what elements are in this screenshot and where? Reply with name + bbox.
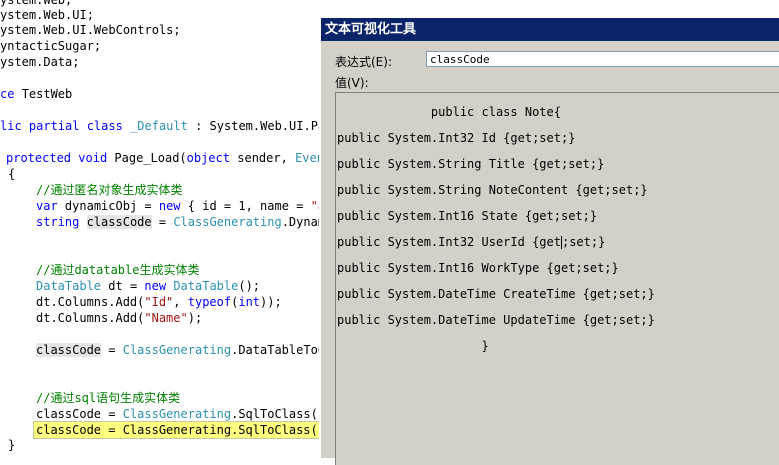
type-name: DataTable <box>173 279 239 293</box>
code-line-method: protected void Page_Load(object sender, … <box>6 150 331 166</box>
code-line: DataTable dt = new DataTable(); <box>36 278 260 294</box>
code-text: dt.Columns.Add( <box>36 311 145 325</box>
code-line: yntacticSugar; <box>0 39 102 53</box>
code-line: classCode = ClassGenerating.SqlToClass("… <box>36 406 332 422</box>
value-line: public System.Int32 UserId {get;set;} <box>337 234 605 250</box>
code-line: var dynamicObj = new { id = 1, name = "小 <box>36 198 330 214</box>
keyword: var <box>36 199 58 213</box>
highlighted-variable: classCode <box>86 215 152 229</box>
value-line: public System.Int16 State {get;set;} <box>337 209 598 223</box>
code-text: )); <box>260 295 282 309</box>
value-line: public System.Int16 WorkType {get;set;} <box>337 261 619 275</box>
code-line: ystem.Data; <box>0 55 80 69</box>
code-line: dt.Columns.Add("Name"); <box>36 310 202 326</box>
type-name: ClassGenerating <box>173 215 282 229</box>
code-text: = <box>108 343 116 357</box>
expression-field[interactable]: classCode <box>426 51 779 67</box>
code-text: .SqlToClass( <box>231 407 318 421</box>
value-line: public System.DateTime CreateTime {get;s… <box>337 287 655 301</box>
code-text: = <box>108 407 116 421</box>
code-text: dynamicObj = <box>64 199 152 213</box>
value-line-text: public System.Int32 UserId {get <box>337 235 561 249</box>
code-text: dt = <box>108 279 138 293</box>
value-line-text: ;set;} <box>561 235 606 249</box>
code-line-class: lic partial class _Default : System.Web.… <box>0 118 332 134</box>
code-text: (); <box>238 279 261 293</box>
code-text: ); <box>187 311 203 325</box>
keyword: new <box>158 199 181 213</box>
type-name: DataTable <box>36 279 102 293</box>
keyword: void <box>78 151 108 165</box>
keyword: string <box>36 215 80 229</box>
value-line: public System.String NoteContent {get;se… <box>337 183 648 197</box>
value-label: 值(V): <box>335 76 369 90</box>
code-text: { id = 1, name = <box>187 199 304 213</box>
code-comment: //通过datatable生成实体类 <box>36 263 200 277</box>
value-line: public System.Int32 Id {get;set;} <box>337 131 576 145</box>
keyword: protected <box>6 151 72 165</box>
keyword: typeof <box>187 295 232 309</box>
code-line: dt.Columns.Add("Id", typeof(int)); <box>36 294 282 310</box>
dialog-title[interactable]: 文本可视化工具 <box>321 18 779 41</box>
string-literal: "Id" <box>144 295 174 309</box>
expression-label: 表达式(E): <box>335 55 392 69</box>
code-line: ystem.Web.UI; <box>0 8 94 22</box>
code-line: classCode = ClassGenerating.DataTableToC… <box>36 342 332 358</box>
type-name: ClassGenerating <box>122 343 232 357</box>
param: sender, <box>237 151 288 165</box>
method-name: Page_Load( <box>114 151 187 165</box>
string-literal: "Name" <box>144 311 188 325</box>
value-textbox[interactable]: public class Note{ public System.Int32 I… <box>335 92 779 465</box>
code-text: dt.Columns.Add( <box>36 295 145 309</box>
keyword: lic partial class <box>0 119 123 133</box>
keyword: new <box>144 279 167 293</box>
code-text: = <box>158 215 167 229</box>
keyword: object <box>186 151 231 165</box>
code-text: , <box>173 295 181 309</box>
keyword: ce <box>0 87 15 101</box>
code-line-namespace: ce TestWeb <box>0 86 72 102</box>
type-name: ClassGenerating <box>122 407 232 421</box>
class-name: _Default <box>130 119 188 133</box>
code-comment: //通过sql语句生成实体类 <box>36 391 181 405</box>
code-text: .DataTableToCl <box>231 343 333 357</box>
code-line-brace: { <box>8 167 16 181</box>
value-line: public System.String Title {get;set;} <box>337 157 605 171</box>
value-line: public class Note{ <box>337 105 561 119</box>
value-line: } <box>337 339 489 353</box>
code-text: classCode <box>36 407 102 421</box>
code-comment: //通过匿名对象生成实体类 <box>36 183 183 197</box>
code-line: ystem.Web.UI.WebControls; <box>0 23 181 37</box>
namespace-name: TestWeb <box>21 87 73 101</box>
value-line: public System.DateTime UpdateTime {get;s… <box>337 313 655 327</box>
class-base: : System.Web.UI.Pag <box>195 119 333 133</box>
keyword: int <box>238 295 261 309</box>
code-line: string classCode = ClassGenerating.Dynam… <box>36 214 332 230</box>
highlighted-variable: classCode <box>36 343 102 357</box>
text-visualizer-dialog: 文本可视化工具 表达式(E): classCode 值(V): public c… <box>319 16 779 465</box>
current-statement-line: classCode = ClassGenerating.SqlToClass("… <box>32 421 336 439</box>
